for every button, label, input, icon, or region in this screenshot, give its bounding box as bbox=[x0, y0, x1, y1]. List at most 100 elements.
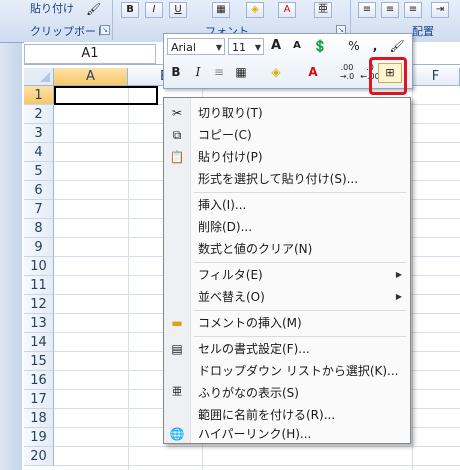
menu-item-label: 並べ替え(O) bbox=[198, 290, 265, 304]
comma-button[interactable]: , bbox=[366, 37, 384, 55]
clipboard-group-label: クリップボード bbox=[30, 25, 107, 38]
menu-item-hyperlink[interactable]: 🌐 ハイパーリンク(H)... bbox=[164, 426, 410, 442]
accounting-format-icon[interactable]: 💲 bbox=[311, 37, 329, 55]
paste-button-label[interactable]: 貼り付け bbox=[30, 0, 74, 16]
row-header[interactable]: 15 bbox=[24, 352, 54, 371]
menu-item-insert[interactable]: 挿入(I)... bbox=[164, 194, 410, 216]
name-box[interactable]: A1 bbox=[24, 44, 156, 64]
font-size-dropdown[interactable]: 11 ▼ bbox=[228, 38, 264, 55]
row-header[interactable]: 1 bbox=[24, 86, 54, 105]
clipboard-launcher-icon[interactable]: ↘ bbox=[100, 25, 110, 35]
menu-item-label: フィルタ(E) bbox=[198, 268, 263, 282]
alignment-group-label: 配置 bbox=[412, 25, 434, 38]
highlight-frame bbox=[369, 57, 407, 95]
row-header[interactable]: 11 bbox=[24, 276, 54, 295]
row-header[interactable]: 2 bbox=[24, 105, 54, 124]
menu-item-paste-special[interactable]: 形式を選択して貼り付け(S)... bbox=[164, 168, 410, 190]
menu-item-format-cells[interactable]: ▤ セルの書式設定(F)... bbox=[164, 338, 410, 360]
format-painter-icon[interactable]: 🖌 bbox=[86, 2, 101, 16]
phonetic-icon[interactable]: 亜 bbox=[314, 2, 332, 18]
font-color-icon[interactable]: A bbox=[278, 2, 296, 18]
align-center-icon[interactable]: ≡ bbox=[381, 2, 399, 18]
percent-button[interactable]: % bbox=[345, 37, 363, 55]
menu-item-label: ドロップダウン リストから選択(K)... bbox=[198, 364, 399, 378]
align-right-icon[interactable]: ≡ bbox=[404, 2, 422, 18]
row-header[interactable]: 9 bbox=[24, 238, 54, 257]
row-header[interactable]: 14 bbox=[24, 333, 54, 352]
fill-color-icon[interactable]: ◈ bbox=[246, 2, 264, 18]
comment-icon: ▬ bbox=[171, 316, 183, 330]
menu-item-pick-from-list[interactable]: ドロップダウン リストから選択(K)... bbox=[164, 360, 410, 382]
menu-item-label: 切り取り(T) bbox=[198, 106, 263, 120]
menu-item-show-phonetic[interactable]: 亜 ふりがなの表示(S) bbox=[164, 382, 410, 404]
borders-icon[interactable]: ▦ bbox=[232, 63, 250, 81]
font-size-value: 11 bbox=[232, 41, 246, 54]
menu-item-insert-comment[interactable]: ▬ コメントの挿入(M) bbox=[164, 312, 410, 334]
row-header[interactable]: 7 bbox=[24, 200, 54, 219]
italic-button[interactable]: I bbox=[189, 63, 207, 81]
chevron-down-icon: ▼ bbox=[254, 43, 261, 52]
row-gridline bbox=[54, 446, 460, 447]
font-name-value: Arial bbox=[171, 41, 196, 54]
menu-item-label: ハイパーリンク(H)... bbox=[198, 427, 312, 441]
format-painter-icon[interactable]: 🖌 bbox=[388, 37, 406, 55]
context-menu: ✂ 切り取り(T) ⧉ コピー(C) 📋 貼り付け(P) 形式を選択して貼り付け… bbox=[163, 97, 411, 444]
select-all-corner[interactable] bbox=[24, 68, 54, 86]
column-header-a[interactable]: A bbox=[54, 68, 128, 86]
row-header[interactable]: 13 bbox=[24, 314, 54, 333]
submenu-arrow-icon: ▶ bbox=[395, 270, 402, 279]
menu-item-cut[interactable]: ✂ 切り取り(T) bbox=[164, 102, 410, 124]
active-cell-a1[interactable] bbox=[54, 86, 158, 105]
font-name-dropdown[interactable]: Arial ▼ bbox=[167, 38, 225, 55]
menu-item-sort[interactable]: 並べ替え(O) ▶ bbox=[164, 286, 410, 308]
menu-item-label: 範囲に名前を付ける(R)... bbox=[198, 408, 336, 422]
row-header[interactable]: 20 bbox=[24, 447, 54, 466]
paste-icon: 📋 bbox=[169, 150, 185, 164]
bold-button[interactable]: B bbox=[121, 2, 139, 18]
submenu-arrow-icon: ▶ bbox=[395, 292, 402, 301]
underline-button[interactable]: U bbox=[169, 2, 187, 18]
column-header-f[interactable]: F bbox=[412, 68, 460, 86]
italic-button[interactable]: I bbox=[145, 2, 163, 18]
group-separator bbox=[112, 0, 113, 40]
grow-font-button[interactable]: A bbox=[267, 37, 285, 55]
menu-item-copy[interactable]: ⧉ コピー(C) bbox=[164, 124, 410, 146]
menu-separator bbox=[194, 192, 406, 193]
menu-separator bbox=[194, 310, 406, 311]
fill-color-icon[interactable]: ◈ bbox=[267, 63, 285, 81]
row-header[interactable]: 19 bbox=[24, 428, 54, 447]
font-color-button[interactable]: A bbox=[304, 63, 322, 81]
row-header[interactable]: 16 bbox=[24, 371, 54, 390]
menu-item-label: 貼り付け(P) bbox=[198, 150, 263, 164]
row-header[interactable]: 10 bbox=[24, 257, 54, 276]
chevron-down-icon: ▼ bbox=[215, 43, 222, 52]
indent-icon[interactable]: ⇥ bbox=[431, 2, 449, 18]
menu-item-define-name[interactable]: 範囲に名前を付ける(R)... bbox=[164, 404, 410, 426]
menu-separator bbox=[194, 336, 406, 337]
column-gridline bbox=[412, 86, 413, 470]
furigana-icon: 亜 bbox=[172, 387, 182, 398]
borders-icon[interactable]: ▦ bbox=[212, 2, 230, 18]
menu-item-label: ふりがなの表示(S) bbox=[198, 386, 299, 400]
row-header[interactable]: 4 bbox=[24, 143, 54, 162]
center-icon[interactable]: ≡ bbox=[210, 63, 228, 81]
row-header[interactable]: 12 bbox=[24, 295, 54, 314]
menu-item-clear-contents[interactable]: 数式と値のクリア(N) bbox=[164, 238, 410, 260]
row-header[interactable]: 8 bbox=[24, 219, 54, 238]
row-header[interactable]: 5 bbox=[24, 162, 54, 181]
shrink-font-button[interactable]: A bbox=[288, 37, 306, 55]
bold-button[interactable]: B bbox=[167, 63, 185, 81]
row-header[interactable]: 3 bbox=[24, 124, 54, 143]
menu-item-label: コメントの挿入(M) bbox=[198, 316, 302, 330]
menu-item-label: 形式を選択して貼り付け(S)... bbox=[198, 172, 359, 186]
scissors-icon: ✂ bbox=[171, 106, 183, 120]
increase-decimal-button[interactable]: .00 →.0 bbox=[336, 63, 358, 81]
menu-item-filter[interactable]: フィルタ(E) ▶ bbox=[164, 264, 410, 286]
row-header[interactable]: 17 bbox=[24, 390, 54, 409]
align-left-icon[interactable]: ≡ bbox=[358, 2, 376, 18]
row-header[interactable]: 18 bbox=[24, 409, 54, 428]
row-gridline bbox=[54, 465, 460, 466]
menu-item-paste[interactable]: 📋 貼り付け(P) bbox=[164, 146, 410, 168]
row-header[interactable]: 6 bbox=[24, 181, 54, 200]
menu-item-delete[interactable]: 削除(D)... bbox=[164, 216, 410, 238]
